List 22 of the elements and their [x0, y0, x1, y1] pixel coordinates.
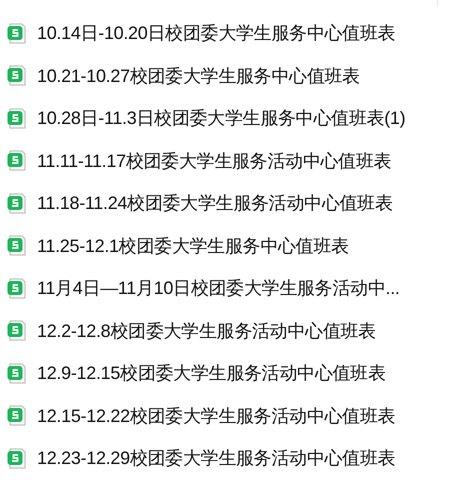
file-name[interactable]: 12.15-12.22校团委大学生服务活动中心值班表 — [37, 404, 396, 428]
spreadsheet-file-icon — [7, 320, 26, 342]
spreadsheet-file-icon — [7, 405, 26, 426]
file-name[interactable]: 12.23-12.29校团委大学生服务活动中心值班表 — [37, 446, 396, 470]
spreadsheet-file-icon — [7, 278, 26, 299]
file-name[interactable]: 11.18-11.24校团委大学生服务活动中心值班表 — [37, 191, 393, 216]
spreadsheet-file-icon — [7, 235, 26, 256]
file-name[interactable]: 10.28日-11.3日校团委大学生服务中心值班表(1) — [37, 106, 406, 130]
file-name[interactable]: 11.25-12.1校团委大学生服务中心值班表 — [37, 234, 349, 258]
file-name[interactable]: 10.14日-10.20日校团委大学生服务中心值班表 — [37, 21, 396, 46]
file-name[interactable]: 12.9-12.15校团委大学生服务活动中心值班表 — [37, 361, 386, 386]
spreadsheet-file-icon — [7, 192, 26, 214]
spreadsheet-file-icon — [7, 22, 26, 44]
file-name[interactable]: 11.11-11.17校团委大学生服务活动中心值班表 — [37, 148, 392, 173]
spreadsheet-file-icon — [7, 362, 26, 384]
spreadsheet-file-icon — [7, 448, 26, 469]
spreadsheet-file-icon — [7, 65, 26, 86]
spreadsheet-file-icon — [7, 108, 26, 129]
file-name[interactable]: 10.21-10.27校团委大学生服务中心值班表 — [37, 64, 360, 88]
file-name[interactable]: 12.2-12.8校团委大学生服务活动中心值班表 — [37, 318, 376, 343]
spreadsheet-file-icon — [7, 150, 26, 172]
file-name[interactable]: 11月4日—11月10日校团委大学生服务活动中... — [37, 276, 400, 300]
